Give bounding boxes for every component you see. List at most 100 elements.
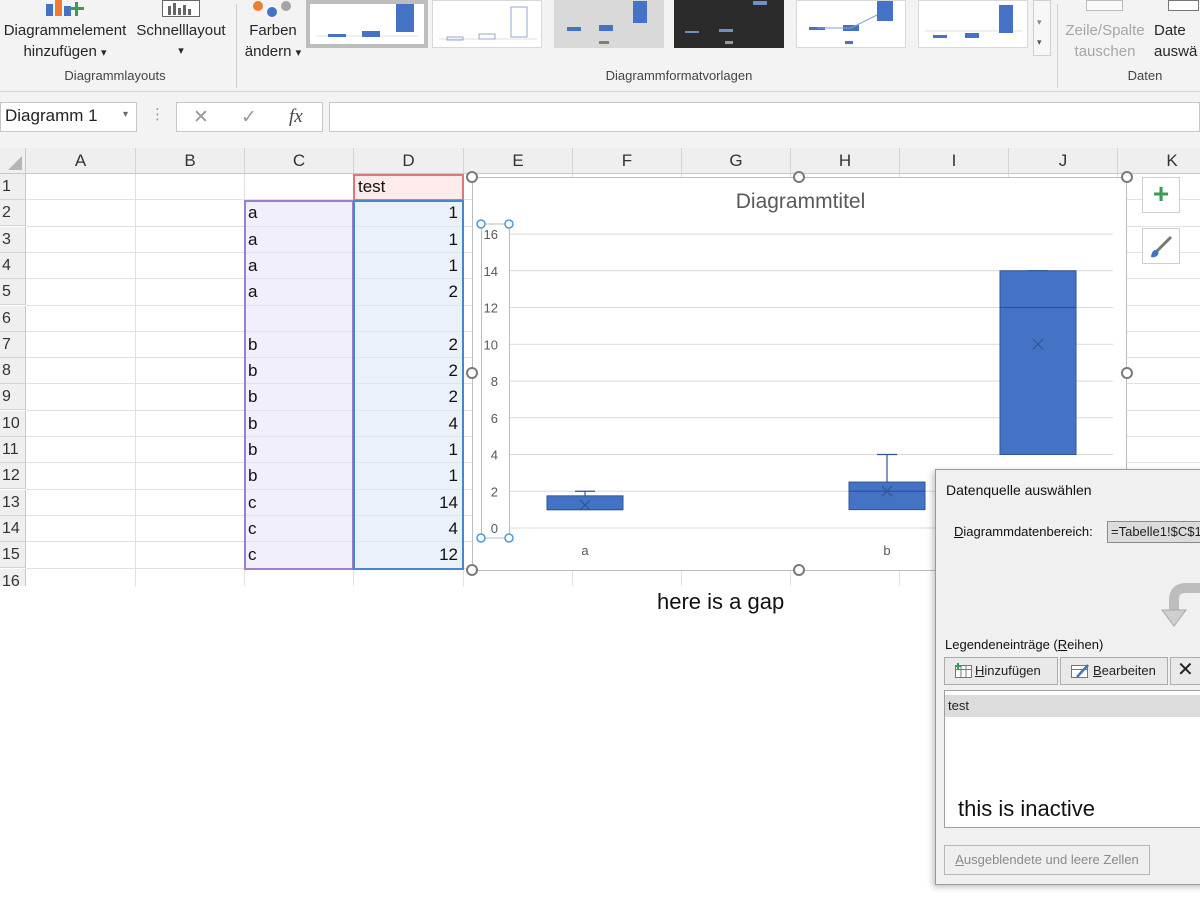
chart-resize-handle[interactable] <box>466 367 478 379</box>
cell-d2[interactable]: 1 <box>356 200 458 226</box>
cell-c4[interactable]: a <box>248 253 348 279</box>
cell-d13[interactable]: 14 <box>356 490 458 516</box>
remove-series-button[interactable]: ✕ <box>1170 657 1200 685</box>
cell-d9[interactable]: 2 <box>356 384 458 410</box>
cell-c5[interactable]: a <box>248 279 348 305</box>
row-header-11[interactable]: 11 <box>0 437 26 463</box>
add-accel: H <box>975 663 985 678</box>
row-header-6[interactable]: 6 <box>0 305 26 332</box>
formula-input[interactable] <box>329 102 1200 132</box>
cell-d1[interactable]: test <box>358 174 458 200</box>
list-item-series[interactable]: test <box>945 695 1200 717</box>
y-tick-label: 4 <box>491 448 498 463</box>
formula-bar-grip[interactable]: ⋮ <box>150 105 165 123</box>
row-header-4[interactable]: 4 <box>0 252 26 279</box>
cell-c11[interactable]: b <box>248 437 348 463</box>
column-header-g[interactable]: G <box>682 148 791 174</box>
cell-c14[interactable]: c <box>248 516 348 542</box>
row-header-2[interactable]: 2 <box>0 200 26 227</box>
chart-resize-handle[interactable] <box>1121 171 1133 183</box>
row-header-5[interactable]: 5 <box>0 279 26 306</box>
cell-d8[interactable]: 2 <box>356 358 458 384</box>
column-header-b[interactable]: B <box>136 148 245 174</box>
column-header-j[interactable]: J <box>1009 148 1118 174</box>
cell-c12[interactable]: b <box>248 463 348 489</box>
chart-resize-handle[interactable] <box>793 171 805 183</box>
row-header-8[interactable]: 8 <box>0 358 26 385</box>
cell-c6[interactable] <box>248 306 348 332</box>
edit-accel: B <box>1093 663 1102 678</box>
select-data-button[interactable]: Date auswä <box>1148 20 1200 62</box>
name-box[interactable]: Diagramm 1 ▾ <box>0 102 137 132</box>
chevron-down-icon: ▾ <box>178 45 184 57</box>
chart-style-5[interactable] <box>796 0 906 48</box>
column-header-d[interactable]: D <box>354 148 464 174</box>
chevron-down-icon[interactable]: ▾ <box>123 109 128 120</box>
chart-resize-handle[interactable] <box>1121 367 1133 379</box>
column-header-i[interactable]: I <box>900 148 1009 174</box>
column-header-f[interactable]: F <box>573 148 682 174</box>
cell-d15[interactable]: 12 <box>356 542 458 568</box>
chart-resize-handle[interactable] <box>466 171 478 183</box>
chart-style-3[interactable] <box>554 0 664 48</box>
change-colors-button[interactable]: Farben ändern ▾ <box>240 20 306 64</box>
enter-icon[interactable]: ✓ <box>241 106 257 129</box>
row-header-1[interactable]: 1 <box>0 174 26 200</box>
column-header-k[interactable]: K <box>1118 148 1200 174</box>
column-header-a[interactable]: A <box>26 148 136 174</box>
chart-style-1[interactable] <box>306 0 428 48</box>
chart-style-2[interactable] <box>432 0 542 48</box>
cell-d6[interactable] <box>356 306 458 332</box>
column-header-e[interactable]: E <box>464 148 573 174</box>
row-header-13[interactable]: 13 <box>0 489 26 516</box>
row-header-15[interactable]: 15 <box>0 542 26 569</box>
cancel-icon[interactable]: ✕ <box>193 106 209 129</box>
palette-icon <box>253 1 291 17</box>
legend-label-accel: R <box>1057 637 1068 652</box>
close-icon: ✕ <box>1177 659 1194 681</box>
column-header-c[interactable]: C <box>245 148 354 174</box>
row-header-12[interactable]: 12 <box>0 463 26 490</box>
chart-style-6[interactable] <box>918 0 1028 48</box>
cell-c7[interactable]: b <box>248 332 348 358</box>
insert-function-icon[interactable]: fx <box>289 106 303 128</box>
cell-d7[interactable]: 2 <box>356 332 458 358</box>
row-header-14[interactable]: 14 <box>0 515 26 542</box>
cell-c15[interactable]: c <box>248 542 348 568</box>
add-chart-element-button[interactable]: Diagrammelement hinzufügen ▾ <box>0 20 132 64</box>
hidden-label: usgeblendete und leere Zellen <box>963 852 1139 867</box>
quick-layout-button[interactable]: Schnelllayout ▾ <box>132 20 230 62</box>
gallery-scroll[interactable]: ▾ ▾ <box>1033 0 1051 56</box>
cell-c3[interactable]: a <box>248 227 348 253</box>
cell-d12[interactable]: 1 <box>356 463 458 489</box>
edit-series-button[interactable]: Bearbeiten <box>1060 657 1168 685</box>
cell-c10[interactable]: b <box>248 411 348 437</box>
cell-d10[interactable]: 4 <box>356 411 458 437</box>
chart-styles-button[interactable] <box>1142 228 1180 264</box>
plus-icon: + <box>1152 178 1170 209</box>
row-header-7[interactable]: 7 <box>0 331 26 358</box>
cell-d4[interactable]: 1 <box>356 253 458 279</box>
add-series-button[interactable]: Hinzufügen <box>944 657 1058 685</box>
cell-d11[interactable]: 1 <box>356 437 458 463</box>
row-header-9[interactable]: 9 <box>0 384 26 411</box>
chart-elements-button[interactable]: + <box>1142 177 1180 213</box>
cell-d5[interactable]: 2 <box>356 279 458 305</box>
chart-resize-handle[interactable] <box>466 564 478 576</box>
chart-resize-handle[interactable] <box>793 564 805 576</box>
select-all-corner[interactable] <box>0 148 26 174</box>
switch-row-column-button[interactable]: Zeile/Spalte tauschen <box>1060 20 1150 62</box>
cell-d14[interactable]: 4 <box>356 516 458 542</box>
cell-c13[interactable]: c <box>248 490 348 516</box>
chart-style-4[interactable] <box>674 0 784 48</box>
hidden-empty-cells-button[interactable]: Ausgeblendete und leere Zellen <box>944 845 1150 875</box>
row-header-3[interactable]: 3 <box>0 226 26 253</box>
row-header-10[interactable]: 10 <box>0 410 26 437</box>
column-header-h[interactable]: H <box>791 148 900 174</box>
cell-c8[interactable]: b <box>248 358 348 384</box>
chart-data-range-input[interactable]: =Tabelle1!$C$1 <box>1107 521 1200 543</box>
cell-c2[interactable]: a <box>248 200 348 226</box>
cell-c9[interactable]: b <box>248 384 348 410</box>
row-header-16[interactable]: 16 <box>0 568 26 586</box>
cell-d3[interactable]: 1 <box>356 227 458 253</box>
